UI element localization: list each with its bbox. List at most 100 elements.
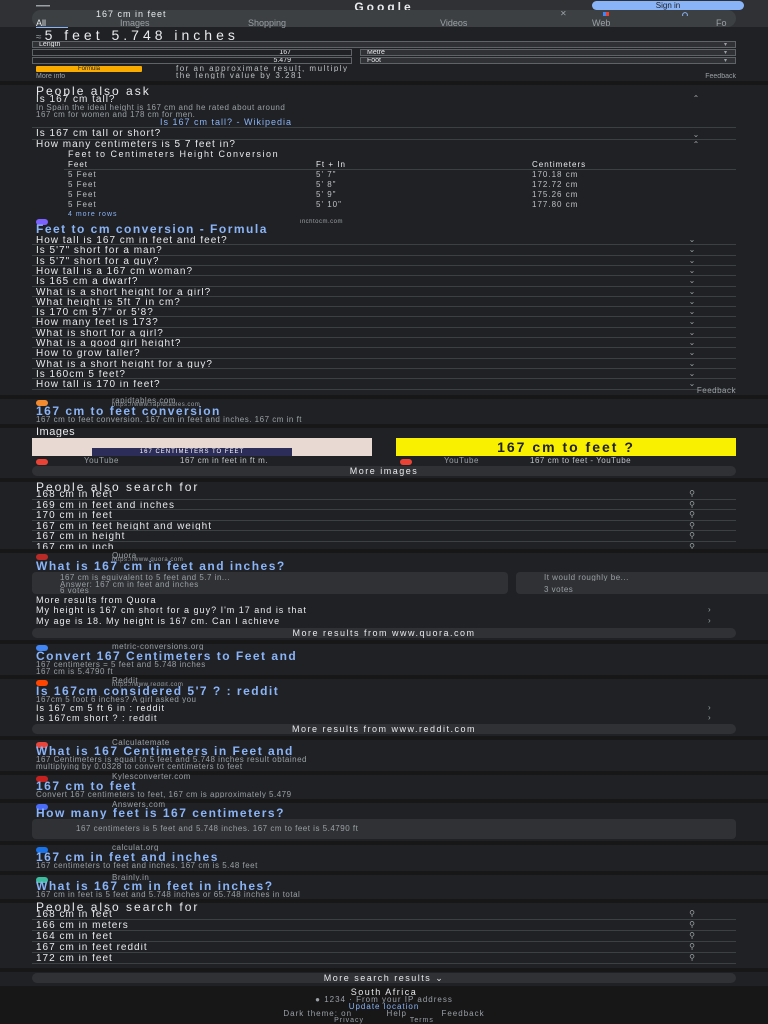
chevron-up-icon[interactable]: ⌃ (688, 141, 704, 149)
from-unit-select[interactable]: Metre ▾ (360, 49, 736, 56)
chevron-right-icon[interactable]: › (708, 606, 720, 614)
chevron-down-icon[interactable]: ⌄ (680, 267, 704, 275)
paa-question[interactable]: Is 167 cm tall or short? (36, 129, 636, 138)
chevron-down-icon[interactable]: ⌄ (680, 288, 704, 296)
pase-item[interactable]: 166 cm in meters (36, 921, 656, 930)
chevron-down-icon[interactable]: ⌄ (688, 131, 704, 139)
search-icon[interactable]: ⚲ (680, 532, 704, 540)
answer-card[interactable]: It would roughly be... 3 votes (516, 572, 768, 594)
image-caption-text: 167 CENTIMETERS TO FEET (92, 448, 292, 456)
chevron-right-icon[interactable]: › (708, 704, 720, 712)
result-title-link[interactable]: What is 167 cm in feet and inches? (36, 560, 736, 572)
related-question-link[interactable]: Is 167cm short ? : reddit (36, 714, 676, 723)
paa-question[interactable]: How many centimeters is 5 7 feet in? (36, 140, 636, 149)
chevron-down-icon[interactable]: ⌄ (680, 339, 704, 347)
chevron-down-icon[interactable]: ⌄ (680, 318, 704, 326)
terms-link[interactable]: Terms (410, 1017, 434, 1024)
image-thumbnail[interactable]: 167 CENTIMETERS TO FEET (32, 438, 372, 456)
paa-question[interactable]: Is 167 cm tall? (36, 95, 636, 104)
more-results-label: More results from www.reddit.com (291, 725, 477, 734)
related-question-link[interactable]: Is 167 cm 5 ft 6 in : reddit (36, 704, 676, 713)
image-thumbnail[interactable]: 167 cm to feet ? (396, 438, 736, 456)
search-icon[interactable]: ⚲ (680, 921, 704, 929)
mic-icon[interactable] (600, 10, 612, 16)
chevron-down-icon[interactable]: ⌄ (680, 277, 704, 285)
feedback-link[interactable]: Feedback (648, 73, 736, 80)
more-search-results-text: More search results (323, 974, 432, 983)
result-snippet: 167 centimeters to feet and inches. 167 … (36, 862, 258, 869)
search-icon[interactable]: ⚲ (680, 943, 704, 951)
result-snippet: multiplying by 0.0328 to convert centime… (36, 763, 243, 770)
chevron-down-icon[interactable]: ⌄ (680, 308, 704, 316)
to-unit-select[interactable]: Foot ▾ (360, 57, 736, 64)
paa-answer-line: In Spain the ideal height is 167 cm and … (36, 104, 286, 111)
snippet-box: 167 centimeters is 5 feet and 5.748 inch… (32, 819, 736, 839)
tab-more[interactable]: Fo (716, 19, 727, 28)
result-snippet: 167 cm to feet conversion. 167 cm in fee… (36, 416, 303, 424)
chevron-down-icon[interactable]: ⌄ (680, 257, 704, 265)
chevron-down-icon[interactable]: ⌄ (680, 370, 704, 378)
privacy-link[interactable]: Privacy (334, 1017, 364, 1024)
more-results-heading: More results from Quora (36, 596, 157, 605)
divider (32, 337, 736, 338)
chevron-down-icon[interactable]: ⌄ (680, 360, 704, 368)
pase-item[interactable]: 168 cm in feet (36, 910, 656, 919)
more-rows-link[interactable]: 4 more rows (68, 211, 268, 218)
conversion-table-title: Feet to Centimeters Height Conversion (68, 150, 280, 159)
search-icon[interactable]: ⚲ (680, 501, 704, 509)
converter-result-line: ≈ 5 feet 5.748 inches (36, 28, 736, 40)
chevron-down-icon[interactable]: ⌄ (680, 329, 704, 337)
image-title[interactable]: 167 cm to feet - YouTube (530, 457, 736, 464)
chevron-down-icon[interactable]: ⌄ (680, 349, 704, 357)
more-info-link[interactable]: More info (36, 73, 156, 80)
search-icon[interactable]: ⚲ (680, 910, 704, 918)
more-results-label: More results from www.quora.com (292, 629, 476, 638)
search-icon[interactable] (680, 10, 692, 16)
sign-in-button[interactable]: Sign in (592, 1, 744, 10)
chevron-down-icon[interactable]: ⌄ (680, 246, 704, 254)
tab-videos[interactable]: Videos (440, 19, 467, 28)
divider (32, 963, 736, 964)
result-snippet: 167cm 5 foot 6 inches? A girl asked you (36, 696, 197, 703)
divider (32, 388, 736, 390)
table-source-title[interactable]: Feet to cm conversion - Formula (36, 223, 716, 234)
tab-web[interactable]: Web (592, 19, 610, 28)
table-header-cm: Centimeters (532, 161, 587, 169)
from-value-input[interactable]: 167 (32, 49, 352, 56)
pase-item[interactable]: 164 cm in feet (36, 932, 656, 941)
result-site-name: metric-conversions.org (112, 643, 204, 650)
search-icon[interactable]: ⚲ (680, 954, 704, 962)
chevron-right-icon[interactable]: › (708, 617, 720, 625)
tab-shopping[interactable]: Shopping (248, 19, 286, 28)
tab-images[interactable]: Images (120, 19, 150, 28)
search-icon[interactable]: ⚲ (680, 490, 704, 498)
result-title-link[interactable]: How many feet is 167 centimeters? (36, 807, 736, 819)
pase-item[interactable]: 172 cm in feet (36, 954, 656, 963)
divider (32, 952, 736, 953)
search-icon[interactable]: ⚲ (680, 522, 704, 530)
paa-feedback-link[interactable]: Feedback (648, 387, 736, 394)
chevron-down-icon[interactable]: ⌄ (680, 236, 704, 244)
clear-icon[interactable]: ✕ (560, 11, 568, 17)
chevron-right-icon[interactable]: › (708, 714, 720, 722)
converter-result: 5 feet 5.748 inches (44, 28, 239, 40)
search-icon[interactable]: ⚲ (680, 511, 704, 519)
to-value-input[interactable]: 5.479 (32, 57, 352, 64)
search-results-page: Google Sign in 167 cm in feet ✕ All Imag… (0, 0, 768, 1024)
image-title[interactable]: 167 cm in feet in ft m. (180, 457, 370, 464)
chevron-up-icon[interactable]: ⌃ (688, 95, 704, 103)
pase-item[interactable]: 167 cm in feet reddit (36, 943, 656, 952)
search-input[interactable]: 167 cm in feet (96, 10, 496, 19)
divider (32, 254, 736, 256)
answer-card[interactable]: 167 cm is equivalent to 5 feet and 5.7 i… (32, 572, 508, 594)
paa-answer-source[interactable]: Is 167 cm tall? - Wikipedia (160, 118, 420, 127)
menu-icon[interactable] (36, 3, 50, 9)
unit-category-select[interactable]: Length ▾ (32, 41, 736, 48)
related-question-link[interactable]: My age is 18. My height is 167 cm. Can I… (36, 617, 676, 626)
table-cell: 5 Feet (68, 171, 97, 179)
chevron-down-icon[interactable]: ⌄ (680, 298, 704, 306)
related-question-link[interactable]: My height is 167 cm short for a guy? I'm… (36, 606, 676, 615)
result-snippet: 167 centimeters = 5 feet and 5.748 inche… (36, 661, 206, 668)
section-divider (0, 968, 768, 972)
search-icon[interactable]: ⚲ (680, 932, 704, 940)
